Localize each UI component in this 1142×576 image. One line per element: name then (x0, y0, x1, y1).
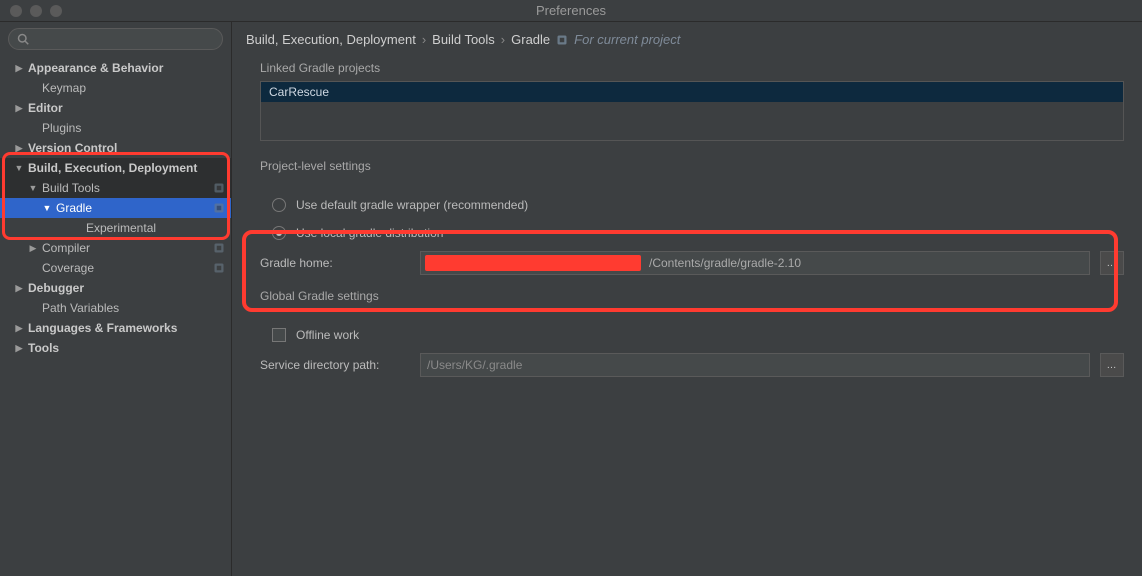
tree-item-label: Tools (28, 341, 59, 355)
tree-arrow-icon: ▼ (42, 203, 52, 213)
tree-item-label: Appearance & Behavior (28, 61, 163, 75)
tree-arrow-icon: ▶ (14, 103, 24, 114)
tree-arrow-icon: ▶ (28, 243, 38, 254)
tree-item-label: Keymap (42, 81, 86, 95)
radio-default-wrapper-label: Use default gradle wrapper (recommended) (296, 198, 528, 212)
offline-work-checkbox[interactable] (272, 328, 286, 342)
window-title: Preferences (0, 3, 1142, 18)
zoom-window-button[interactable] (50, 5, 62, 17)
linked-project-item[interactable]: CarRescue (261, 82, 1123, 102)
tree-item-label: Version Control (28, 141, 117, 155)
project-level-settings-label: Project-level settings (260, 159, 1124, 173)
offline-work-label: Offline work (296, 328, 359, 342)
tree-arrow-icon: ▶ (14, 323, 24, 334)
radio-local-distribution-button[interactable] (272, 226, 286, 240)
tree-item-compiler[interactable]: ▶ Compiler (0, 238, 231, 258)
tree-item-label: Coverage (42, 261, 94, 275)
titlebar: Preferences (0, 0, 1142, 22)
redacted-path-segment (425, 255, 641, 271)
tree-item-build-tools[interactable]: ▼ Build Tools (0, 178, 231, 198)
main-panel: Build, Execution, Deployment › Build Too… (232, 22, 1142, 576)
tree-arrow-icon: ▼ (28, 183, 38, 193)
tree-arrow-icon: ▶ (14, 283, 24, 294)
tree-arrow-icon: ▶ (14, 343, 24, 354)
offline-work-row[interactable]: Offline work (260, 321, 1124, 349)
tree-item-experimental[interactable]: Experimental (0, 218, 231, 238)
tree-arrow-icon: ▼ (14, 163, 24, 173)
linked-projects-list[interactable]: CarRescue (260, 81, 1124, 141)
tree-arrow-icon: ▶ (14, 143, 24, 154)
gradle-home-input[interactable]: /Contents/gradle/gradle-2.10 (420, 251, 1090, 275)
tree-item-label: Compiler (42, 241, 90, 255)
tree-item-build-execution-deployment[interactable]: ▼ Build, Execution, Deployment (0, 158, 231, 178)
tree-item-plugins[interactable]: Plugins (0, 118, 231, 138)
tree-item-label: Gradle (56, 201, 92, 215)
close-window-button[interactable] (10, 5, 22, 17)
gradle-home-browse-button[interactable]: … (1100, 251, 1124, 275)
tree-item-path-variables[interactable]: Path Variables (0, 298, 231, 318)
tree-item-debugger[interactable]: ▶ Debugger (0, 278, 231, 298)
gradle-home-label: Gradle home: (260, 256, 410, 270)
traffic-lights (0, 5, 62, 17)
breadcrumb-part: Build, Execution, Deployment (246, 32, 416, 47)
breadcrumb-part: Gradle (511, 32, 550, 47)
tree-item-coverage[interactable]: Coverage (0, 258, 231, 278)
radio-local-distribution-label: Use local gradle distribution (296, 226, 443, 240)
tree-item-label: Plugins (42, 121, 81, 135)
search-input-wrap[interactable] (8, 28, 223, 50)
breadcrumb-sep: › (422, 32, 426, 47)
search-input[interactable] (33, 32, 214, 46)
gradle-home-value: /Contents/gradle/gradle-2.10 (649, 256, 801, 270)
tree-item-version-control[interactable]: ▶ Version Control (0, 138, 231, 158)
service-directory-browse-button[interactable]: … (1100, 353, 1124, 377)
project-scope-icon (213, 202, 225, 214)
tree-item-tools[interactable]: ▶ Tools (0, 338, 231, 358)
service-directory-label: Service directory path: (260, 358, 410, 372)
radio-local-distribution[interactable]: Use local gradle distribution (260, 219, 1124, 247)
tree-item-label: Build, Execution, Deployment (28, 161, 197, 175)
breadcrumb-sep: › (501, 32, 505, 47)
breadcrumb-scope: For current project (574, 32, 680, 47)
tree-item-appearance-behavior[interactable]: ▶ Appearance & Behavior (0, 58, 231, 78)
tree-item-label: Languages & Frameworks (28, 321, 177, 335)
tree-item-label: Debugger (28, 281, 84, 295)
tree-item-label: Editor (28, 101, 63, 115)
tree-item-label: Path Variables (42, 301, 119, 315)
search-icon (17, 33, 29, 45)
breadcrumb-part: Build Tools (432, 32, 495, 47)
tree-item-label: Build Tools (42, 181, 100, 195)
global-gradle-settings-label: Global Gradle settings (260, 289, 1124, 303)
tree-item-keymap[interactable]: Keymap (0, 78, 231, 98)
tree-item-label: Experimental (86, 221, 156, 235)
service-directory-value: /Users/KG/.gradle (427, 358, 522, 372)
radio-default-wrapper-button[interactable] (272, 198, 286, 212)
project-scope-icon (213, 182, 225, 194)
settings-tree: ▶ Appearance & Behavior Keymap ▶ Editor Plugi… (0, 56, 231, 576)
service-directory-input[interactable]: /Users/KG/.gradle (420, 353, 1090, 377)
tree-item-languages-frameworks[interactable]: ▶ Languages & Frameworks (0, 318, 231, 338)
radio-default-wrapper[interactable]: Use default gradle wrapper (recommended) (260, 191, 1124, 219)
minimize-window-button[interactable] (30, 5, 42, 17)
linked-projects-label: Linked Gradle projects (260, 61, 1124, 75)
sidebar: ▶ Appearance & Behavior Keymap ▶ Editor Plugi… (0, 22, 232, 576)
tree-arrow-icon: ▶ (14, 63, 24, 74)
tree-item-editor[interactable]: ▶ Editor (0, 98, 231, 118)
project-scope-icon (213, 242, 225, 254)
tree-item-gradle[interactable]: ▼ Gradle (0, 198, 231, 218)
project-scope-icon (556, 34, 568, 46)
breadcrumb: Build, Execution, Deployment › Build Too… (246, 32, 1124, 47)
project-scope-icon (213, 262, 225, 274)
